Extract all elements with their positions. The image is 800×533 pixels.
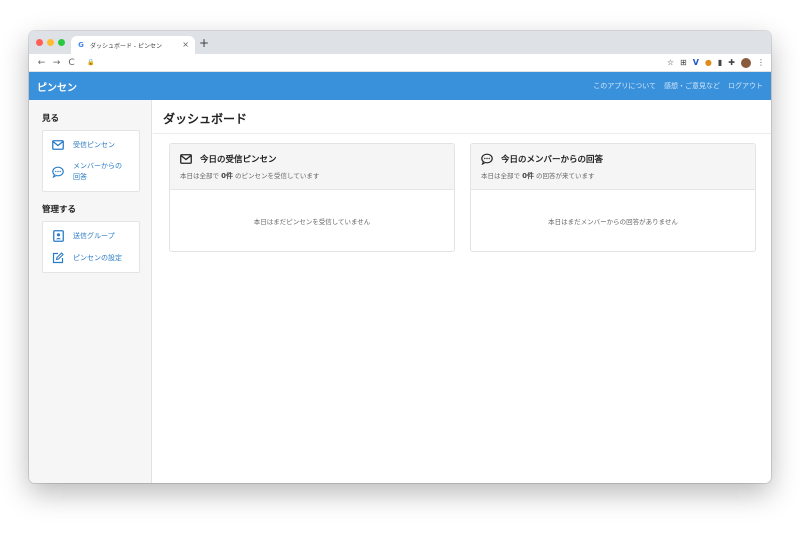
app-header: ピンセン このアプリについて 感想・ご意見など ログアウト [29,72,771,100]
answers-count: 0件 [522,172,534,180]
card-title-row: 今日のメンバーからの回答 [481,153,755,165]
received-today-card: 今日の受信ピンセン 本日は全部で 0件 のピンセンを受信しています 本日はまだピ… [169,143,455,252]
card-title: 今日の受信ピンセン [200,155,277,165]
sidebar-section-manage: 管理する [42,205,77,215]
bookmark-star-icon[interactable]: ☆ [667,58,674,67]
extensions-area: ☆ ⊞ V ● ▮ ✚ ⋮ [667,57,771,68]
sidebar-menu-view: 受信ピンセン メンバーからの 回答 [42,130,140,192]
book-extension-icon[interactable]: ▮ [718,58,722,67]
maximize-window-button[interactable] [58,39,65,46]
card-header: 今日の受信ピンセン 本日は全部で 0件 のピンセンを受信しています [170,144,454,190]
browser-toolbar: ← → C 🔒 ☆ ⊞ V ● ▮ ✚ ⋮ [29,54,771,72]
tab-close-icon[interactable]: × [182,41,189,49]
profile-avatar[interactable] [741,57,751,68]
minimize-window-button[interactable] [47,39,54,46]
card-title-row: 今日の受信ピンセン [180,153,454,165]
envelope-icon [52,139,64,151]
nav-feedback-link[interactable]: 感想・ご意見など [664,81,720,91]
nav-about-link[interactable]: このアプリについて [593,81,656,91]
empty-message: 本日はまだピンセンを受信していません [253,218,371,226]
browser-window: G ダッシュボード - ピンセン × + ← → C 🔒 ☆ ⊞ V ● ▮ ✚… [29,31,771,483]
card-title: 今日のメンバーからの回答 [501,155,604,165]
brand-logo[interactable]: ピンセン [37,79,77,94]
sidebar-item-label: ピンセンの設定 [73,253,122,262]
card-body: 本日はまだメンバーからの回答がありません [471,190,755,251]
sidebar: 見る 受信ピンセン メンバーからの 回答 管理する 送信グループ ピンセンの設定 [29,100,152,483]
sidebar-item-settings[interactable]: ピンセンの設定 [43,247,139,269]
comment-icon [481,153,493,165]
sidebar-item-received[interactable]: 受信ピンセン [43,134,139,156]
header-nav: このアプリについて 感想・ご意見など ログアウト [593,81,763,91]
page-title: ダッシュボード [163,112,248,126]
empty-message: 本日はまだメンバーからの回答がありません [548,218,678,226]
grid-extension-icon[interactable]: ⊞ [680,58,687,67]
browser-tab[interactable]: G ダッシュボード - ピンセン × [71,36,195,54]
forward-icon[interactable]: → [49,58,64,68]
card-header: 今日のメンバーからの回答 本日は全部で 0件 の回答が来ています [471,144,755,190]
tab-bar: G ダッシュボード - ピンセン × + [29,31,771,54]
close-window-button[interactable] [36,39,43,46]
edit-icon [52,252,64,264]
sidebar-item-label: 受信ピンセン [73,140,115,149]
puzzle-extensions-icon[interactable]: ✚ [728,58,735,67]
new-tab-button[interactable]: + [199,36,209,50]
sidebar-item-answers[interactable]: メンバーからの 回答 [43,156,139,188]
sidebar-item-groups[interactable]: 送信グループ [43,225,139,247]
orange-extension-icon[interactable]: ● [705,58,712,67]
sidebar-section-view: 見る [42,114,60,124]
sidebar-item-label: 送信グループ [73,231,115,240]
google-favicon-icon: G [78,41,84,49]
back-icon[interactable]: ← [34,58,49,68]
comment-icon [52,166,64,178]
answers-today-card: 今日のメンバーからの回答 本日は全部で 0件 の回答が来ています 本日はまだメン… [470,143,756,252]
browser-menu-icon[interactable]: ⋮ [757,58,765,67]
card-body: 本日はまだピンセンを受信していません [170,190,454,251]
received-count: 0件 [221,172,233,180]
title-divider [153,133,771,134]
card-subtitle: 本日は全部で 0件 の回答が来ています [481,172,595,180]
main-content: ダッシュボード 今日の受信ピンセン 本日は全部で 0件 のピンセンを受信していま… [153,100,771,483]
contact-card-icon [52,230,64,242]
lock-icon[interactable]: 🔒 [87,59,94,66]
envelope-icon [180,153,192,165]
v-extension-icon[interactable]: V [693,58,699,67]
reload-icon[interactable]: C [64,58,79,68]
card-subtitle: 本日は全部で 0件 のピンセンを受信しています [180,172,320,180]
sidebar-menu-manage: 送信グループ ピンセンの設定 [42,221,140,273]
tab-title: ダッシュボード - ピンセン [90,42,162,50]
nav-logout-link[interactable]: ログアウト [728,81,763,91]
sidebar-item-label: メンバーからの 回答 [73,162,122,181]
